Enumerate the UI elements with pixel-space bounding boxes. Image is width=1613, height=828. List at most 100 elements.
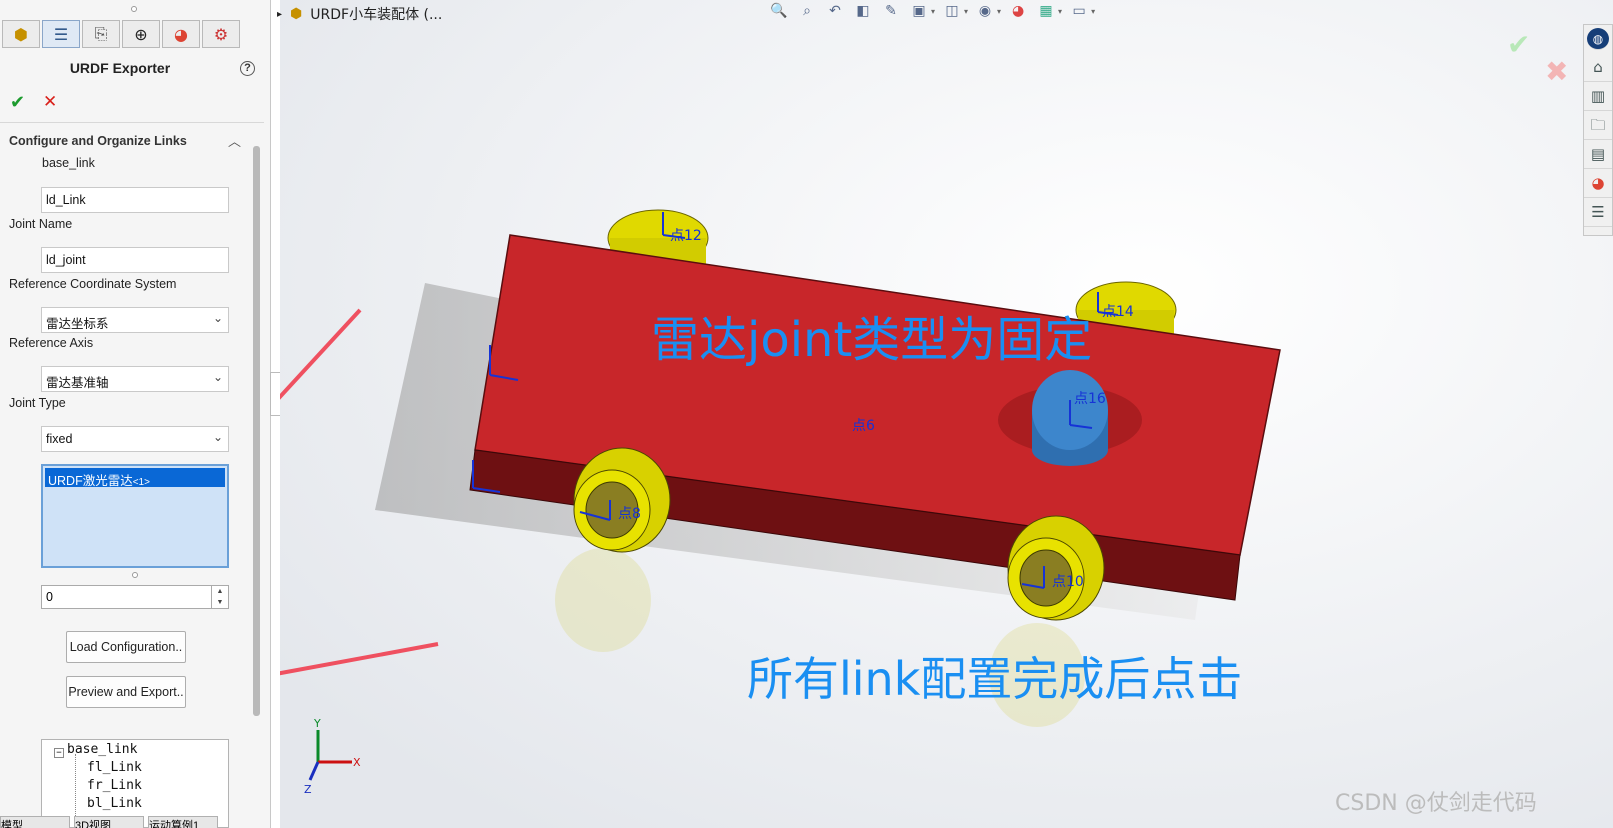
section-view-icon[interactable]: ◧	[852, 2, 874, 20]
appearance-icon: ◕	[174, 24, 188, 44]
feature-manager-tab[interactable]: ⬢	[2, 20, 40, 48]
panel-title: URDF Exporter	[69, 60, 171, 76]
simulation-icon: ⚙	[213, 24, 229, 44]
view-orientation-icon[interactable]: ▣	[908, 2, 930, 20]
joint-type-annotation: 雷达joint类型为固定	[651, 312, 1093, 368]
stepper-arrows-icon[interactable]: ▲ ▼	[211, 586, 228, 608]
feature-manager-icon: ⬢	[14, 24, 28, 44]
dropdown-caret-icon[interactable]: ▾	[964, 7, 968, 16]
previous-view-icon[interactable]: ↶	[824, 2, 846, 20]
confirm-corner-icon[interactable]: ✔	[1507, 28, 1530, 61]
list-item[interactable]: URDF激光雷达<1>	[45, 468, 225, 488]
heads-up-view-toolbar: 🔍 ⌕ ↶ ◧ ✎ ▣ ▾ ◫ ▾ ◉ ▾ ◕ ▦ ▾ ▭ ▾	[768, 2, 1095, 20]
solidworks-window: ⬢ ☰ ⎘ ⊕ ◕ ⚙ URDF Exporter ? ✔ ✕ Configur…	[0, 0, 1613, 828]
divider	[0, 122, 264, 123]
solidworks-resources-icon[interactable]: ◍	[1587, 28, 1609, 50]
dimxpert-tab[interactable]: ⊕	[122, 20, 160, 48]
breadcrumb[interactable]: ▸ ⬢ URDF小车装配体 (...	[277, 4, 442, 24]
cancel-corner-icon[interactable]: ✖	[1545, 55, 1568, 88]
point-label: 点16	[1074, 391, 1106, 407]
zoom-to-area-icon[interactable]: ⌕	[796, 2, 818, 20]
dropdown-caret-icon[interactable]: ▾	[997, 7, 1001, 16]
link-name-field[interactable]: ld_Link	[41, 187, 229, 213]
group-title: Configure and Organize Links	[9, 134, 187, 148]
task-pane: ◍ ⌂ ▥ 🗀 ▤ ◕ ☰	[1583, 24, 1613, 236]
simulation-tab[interactable]: ⚙	[202, 20, 240, 48]
bottom-tab-bar: 模型 3D视图 运动算例1	[0, 816, 330, 828]
point-label: 点12	[670, 228, 702, 244]
parent-link-label: base_link	[42, 156, 95, 170]
reference-axis-select[interactable]: 雷达基准轴 ⌄	[41, 366, 229, 392]
edit-appearance-icon[interactable]: ◕	[1007, 2, 1029, 20]
zoom-to-fit-icon[interactable]: 🔍	[768, 2, 790, 20]
property-manager-tab[interactable]: ☰	[42, 20, 80, 48]
collapse-tree-icon[interactable]: −	[54, 748, 64, 758]
reference-axis-label: Reference Axis	[9, 336, 94, 350]
reference-coordinate-select[interactable]: 雷达坐标系 ⌄	[41, 307, 229, 333]
chevron-down-icon: ⌄	[212, 311, 223, 325]
watermark: CSDN @仗剑走代码	[1335, 791, 1537, 816]
export-annotation: 所有link配置完成后点击	[747, 652, 1243, 706]
dropdown-caret-icon[interactable]: ▾	[1058, 7, 1062, 16]
triad-x-label: X	[353, 756, 361, 769]
joint-name-label: Joint Name	[9, 217, 73, 231]
appearances-icon[interactable]: ◕	[1584, 169, 1612, 198]
component-name: URDF激光雷达	[48, 474, 133, 488]
preview-and-export-button[interactable]: Preview and Export..	[66, 676, 186, 708]
ok-button[interactable]: ✔	[10, 92, 25, 113]
load-configuration-button[interactable]: Load Configuration..	[66, 631, 186, 663]
cancel-button[interactable]: ✕	[43, 92, 57, 112]
point-label: 点10	[1052, 574, 1084, 590]
hide-show-icon[interactable]: ◉	[974, 2, 996, 20]
dimxpert-icon: ⊕	[134, 24, 148, 44]
graphics-area[interactable]: 点12 点14 点16 点6 点8 点10 Y X Z 雷达joint类型为固定…	[188, 0, 1613, 828]
property-manager-panel: ⬢ ☰ ⎘ ⊕ ◕ ⚙ URDF Exporter ? ✔ ✕ Configur…	[0, 0, 271, 828]
triad-z-label: Z	[304, 783, 312, 796]
breadcrumb-expand-icon[interactable]: ▸	[277, 9, 282, 20]
dropdown-caret-icon[interactable]: ▾	[1091, 7, 1095, 16]
tree-child-link[interactable]: bl_Link	[87, 796, 142, 811]
list-resize-grip[interactable]	[132, 572, 138, 578]
triad-y-label: Y	[313, 717, 321, 730]
link-components-list[interactable]: URDF激光雷达<1>	[41, 464, 229, 568]
panel-grip[interactable]	[131, 6, 137, 12]
tree-root-link[interactable]: base_link	[67, 742, 137, 757]
configuration-manager-tab[interactable]: ⎘	[82, 20, 120, 48]
reference-coordinate-label: Reference Coordinate System	[9, 277, 177, 291]
design-library-icon[interactable]: ▥	[1584, 82, 1612, 111]
display-style-icon[interactable]: ◫	[941, 2, 963, 20]
panel-scrollbar[interactable]	[253, 146, 260, 716]
tree-child-link[interactable]: fr_Link	[87, 778, 142, 793]
assembly-icon: ⬢	[290, 6, 303, 22]
link-tree[interactable]: − base_link fl_Link fr_Link bl_Link	[41, 739, 229, 828]
configuration-manager-icon: ⎘	[94, 24, 108, 43]
child-count-value: 0	[46, 590, 53, 604]
view-settings-icon[interactable]: ▭	[1068, 2, 1090, 20]
joint-name-field[interactable]: ld_joint	[41, 247, 229, 273]
file-explorer-icon[interactable]: 🗀	[1584, 111, 1612, 140]
tab-model[interactable]: 模型	[0, 816, 70, 828]
wheel-front-left	[573, 447, 671, 553]
child-count-stepper[interactable]: 0 ▲ ▼	[41, 585, 229, 609]
breadcrumb-assembly-name[interactable]: URDF小车装配体 (...	[310, 4, 442, 24]
tree-child-link[interactable]: fl_Link	[87, 760, 142, 775]
tab-motion-study[interactable]: 运动算例1	[148, 816, 218, 828]
collapse-chevron-icon[interactable]: ︿	[228, 131, 241, 150]
reference-axis-value: 雷达基准轴	[46, 376, 109, 390]
help-icon[interactable]: ?	[240, 61, 255, 76]
home-icon[interactable]: ⌂	[1584, 53, 1612, 82]
dropdown-caret-icon[interactable]: ▾	[931, 7, 935, 16]
point-label: 点6	[852, 418, 875, 434]
wheel-front-right	[1007, 515, 1105, 621]
apply-scene-icon[interactable]: ▦	[1035, 2, 1057, 20]
point-label: 点8	[618, 506, 641, 522]
appearance-tab[interactable]: ◕	[162, 20, 200, 48]
chevron-down-icon: ⌄	[212, 370, 223, 384]
view-palette-icon[interactable]: ▤	[1584, 140, 1612, 169]
custom-properties-icon[interactable]: ☰	[1584, 198, 1612, 227]
joint-type-value: fixed	[46, 432, 73, 446]
point-label: 点14	[1102, 304, 1134, 320]
tab-3d-views[interactable]: 3D视图	[74, 816, 144, 828]
dynamic-annotation-icon[interactable]: ✎	[880, 2, 902, 20]
joint-type-select[interactable]: fixed ⌄	[41, 426, 229, 452]
